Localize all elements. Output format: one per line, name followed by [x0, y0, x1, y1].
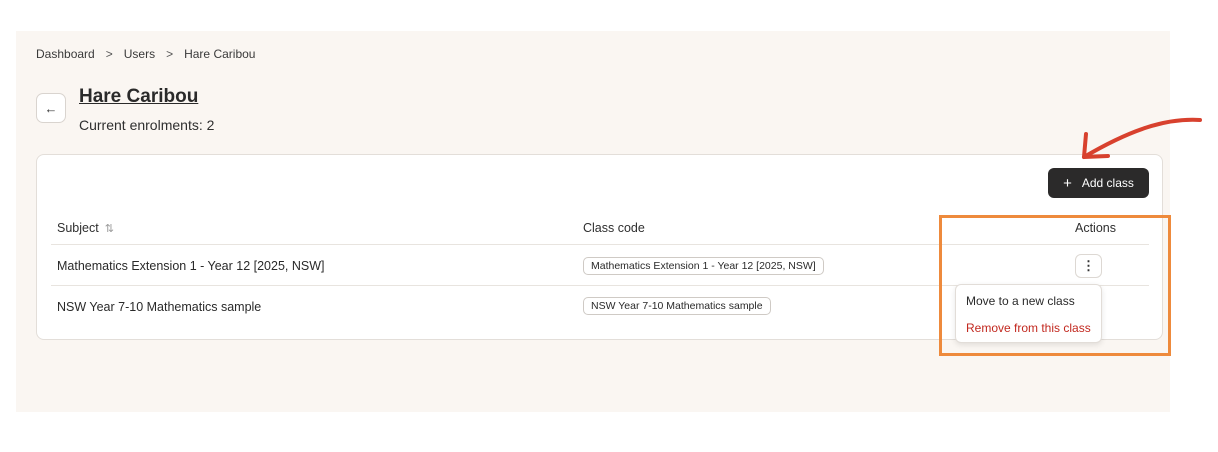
- sort-icon[interactable]: ⇅: [105, 222, 114, 235]
- row-2-class-code-chip: NSW Year 7-10 Mathematics sample: [583, 297, 771, 315]
- breadcrumb-dashboard[interactable]: Dashboard: [36, 47, 95, 61]
- column-header-subject-label: Subject: [57, 221, 99, 235]
- row-actions-menu: Move to a new class Remove from this cla…: [955, 284, 1102, 343]
- add-class-label: Add class: [1081, 176, 1134, 190]
- back-button[interactable]: ←: [36, 93, 66, 123]
- row-1-actions-button[interactable]: ⋮: [1075, 254, 1102, 278]
- header-divider: [51, 244, 1149, 245]
- column-header-actions: Actions: [1075, 221, 1116, 235]
- breadcrumb: Dashboard > Users > Hare Caribou: [36, 47, 255, 61]
- add-class-button[interactable]: + Add class: [1048, 168, 1149, 198]
- row-1-subject: Mathematics Extension 1 - Year 12 [2025,…: [57, 259, 325, 273]
- column-header-subject[interactable]: Subject ⇅: [57, 221, 114, 235]
- plus-icon: +: [1063, 174, 1072, 192]
- breadcrumb-current: Hare Caribou: [184, 47, 256, 61]
- breadcrumb-separator: >: [166, 47, 174, 61]
- arrow-left-icon: ←: [44, 100, 58, 116]
- annotation-arrow-icon: [1082, 117, 1202, 159]
- breadcrumb-separator: >: [105, 47, 113, 61]
- menu-item-remove-class[interactable]: Remove from this class: [966, 321, 1091, 335]
- menu-item-move-class[interactable]: Move to a new class: [966, 294, 1075, 308]
- row-2-subject: NSW Year 7-10 Mathematics sample: [57, 300, 262, 314]
- enrolment-count: Current enrolments: 2: [79, 117, 215, 133]
- more-vertical-icon: ⋮: [1082, 258, 1095, 273]
- column-header-class-code: Class code: [583, 221, 645, 235]
- page-title: Hare Caribou: [79, 86, 199, 107]
- row-1-class-code-chip: Mathematics Extension 1 - Year 12 [2025,…: [583, 257, 824, 275]
- breadcrumb-users[interactable]: Users: [124, 47, 155, 61]
